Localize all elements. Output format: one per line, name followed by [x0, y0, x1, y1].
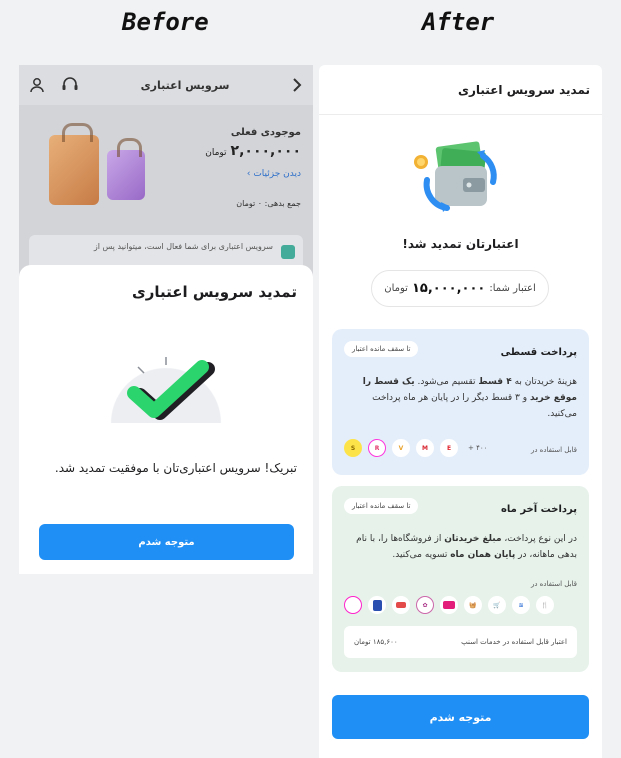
success-message: تبریک! سرویس اعتباری‌تان با موفقیت تمدید…: [54, 461, 297, 475]
got-it-button[interactable]: متوجه شدم: [332, 695, 589, 739]
success-check-icon: [96, 353, 236, 423]
got-it-button[interactable]: متوجه شدم: [39, 524, 294, 560]
balance-hero: موجودی فعلی ۲,۰۰۰,۰۰۰تومان دیدن جزئیات ›…: [19, 105, 313, 225]
merchant-logo-icon: S: [344, 439, 362, 457]
cart-icon: 🛒: [488, 596, 506, 614]
snapp-credit-row: اعتبار قابل استفاده در خدمات اسنپ ۱۸۵,۶۰…: [344, 626, 577, 658]
profile-icon[interactable]: [29, 77, 45, 93]
usable-label: قابل استفاده در: [530, 446, 577, 454]
back-chevron-icon[interactable]: [291, 78, 303, 92]
month-end-card[interactable]: پرداخت آخر ماه تا سقف مانده اعتبار در ای…: [332, 486, 589, 672]
after-label: After: [422, 8, 495, 36]
balance-value: ۲,۰۰۰,۰۰۰تومان: [205, 143, 301, 159]
merchant-logo-icon: ✿: [416, 596, 434, 614]
after-screen: تمدید سرویس اعتباری اعتبارتان تمدید شد! …: [319, 65, 602, 758]
basket-icon: 🧺: [464, 596, 482, 614]
installment-title: پرداخت قسطی: [500, 347, 577, 358]
details-link[interactable]: دیدن جزئیات ›: [247, 169, 301, 179]
food-icon: 🍴: [536, 596, 554, 614]
merchant-logo-icon: [344, 596, 362, 614]
shopping-bag-image: [49, 123, 99, 205]
merchant-logo-icon: [368, 596, 386, 614]
app-header: سرویس اعتباری: [19, 65, 313, 105]
merchant-logos: S R V M E + ۴۰۰: [344, 439, 487, 457]
credit-limit-chip: تا سقف مانده اعتبار: [344, 341, 419, 357]
credit-pill: اعتبار شما: ۱۵,۰۰۰,۰۰۰ تومان: [371, 270, 549, 307]
merchant-logo-icon: R: [368, 439, 386, 457]
debt-text: جمع بدهی: ۰ تومان: [236, 199, 301, 208]
header-title: سرویس اعتباری: [140, 78, 230, 92]
month-end-title: پرداخت آخر ماه: [501, 504, 577, 515]
more-merchants-count: + ۴۰۰: [468, 444, 488, 452]
before-screen: سرویس اعتباری موجودی فعلی ۲,۰۰۰,۰۰۰تومان…: [19, 65, 313, 574]
success-title: اعتبارتان تمدید شد!: [402, 237, 519, 251]
merchant-logo-icon: ≋: [512, 596, 530, 614]
before-label: Before: [122, 8, 209, 36]
service-icon: [281, 245, 295, 259]
merchant-logos: ✿ 🧺 🛒 ≋ 🍴: [344, 596, 554, 614]
merchant-logo-icon: [392, 596, 410, 614]
merchant-logo-icon: M: [416, 439, 434, 457]
usable-label: قابل استفاده در: [530, 580, 577, 588]
wallet-renew-icon: [405, 140, 505, 220]
support-headset-icon[interactable]: [61, 77, 79, 93]
sheet-title: تمدید سرویس اعتباری: [132, 283, 297, 301]
shopping-bag-image: [107, 138, 145, 200]
app-header: تمدید سرویس اعتباری: [319, 65, 602, 115]
merchant-logo-icon: V: [392, 439, 410, 457]
installment-card[interactable]: پرداخت قسطی تا سقف مانده اعتبار هزینهٔ خ…: [332, 329, 589, 475]
month-end-description: در این نوع پرداخت، مبلغ خریدتان از فروشگ…: [356, 534, 577, 560]
merchant-logo-icon: [440, 596, 458, 614]
merchant-logo-icon: E: [440, 439, 458, 457]
credit-limit-chip: تا سقف مانده اعتبار: [344, 498, 419, 514]
balance-label: موجودی فعلی: [230, 127, 301, 138]
header-title: تمدید سرویس اعتباری: [458, 82, 590, 97]
bottom-sheet: تمدید سرویس اعتباری تبریک! سرویس اعتباری…: [19, 265, 313, 574]
installment-description: هزینهٔ خریدتان به ۴ قسط تقسیم می‌شود. یک…: [362, 377, 577, 419]
